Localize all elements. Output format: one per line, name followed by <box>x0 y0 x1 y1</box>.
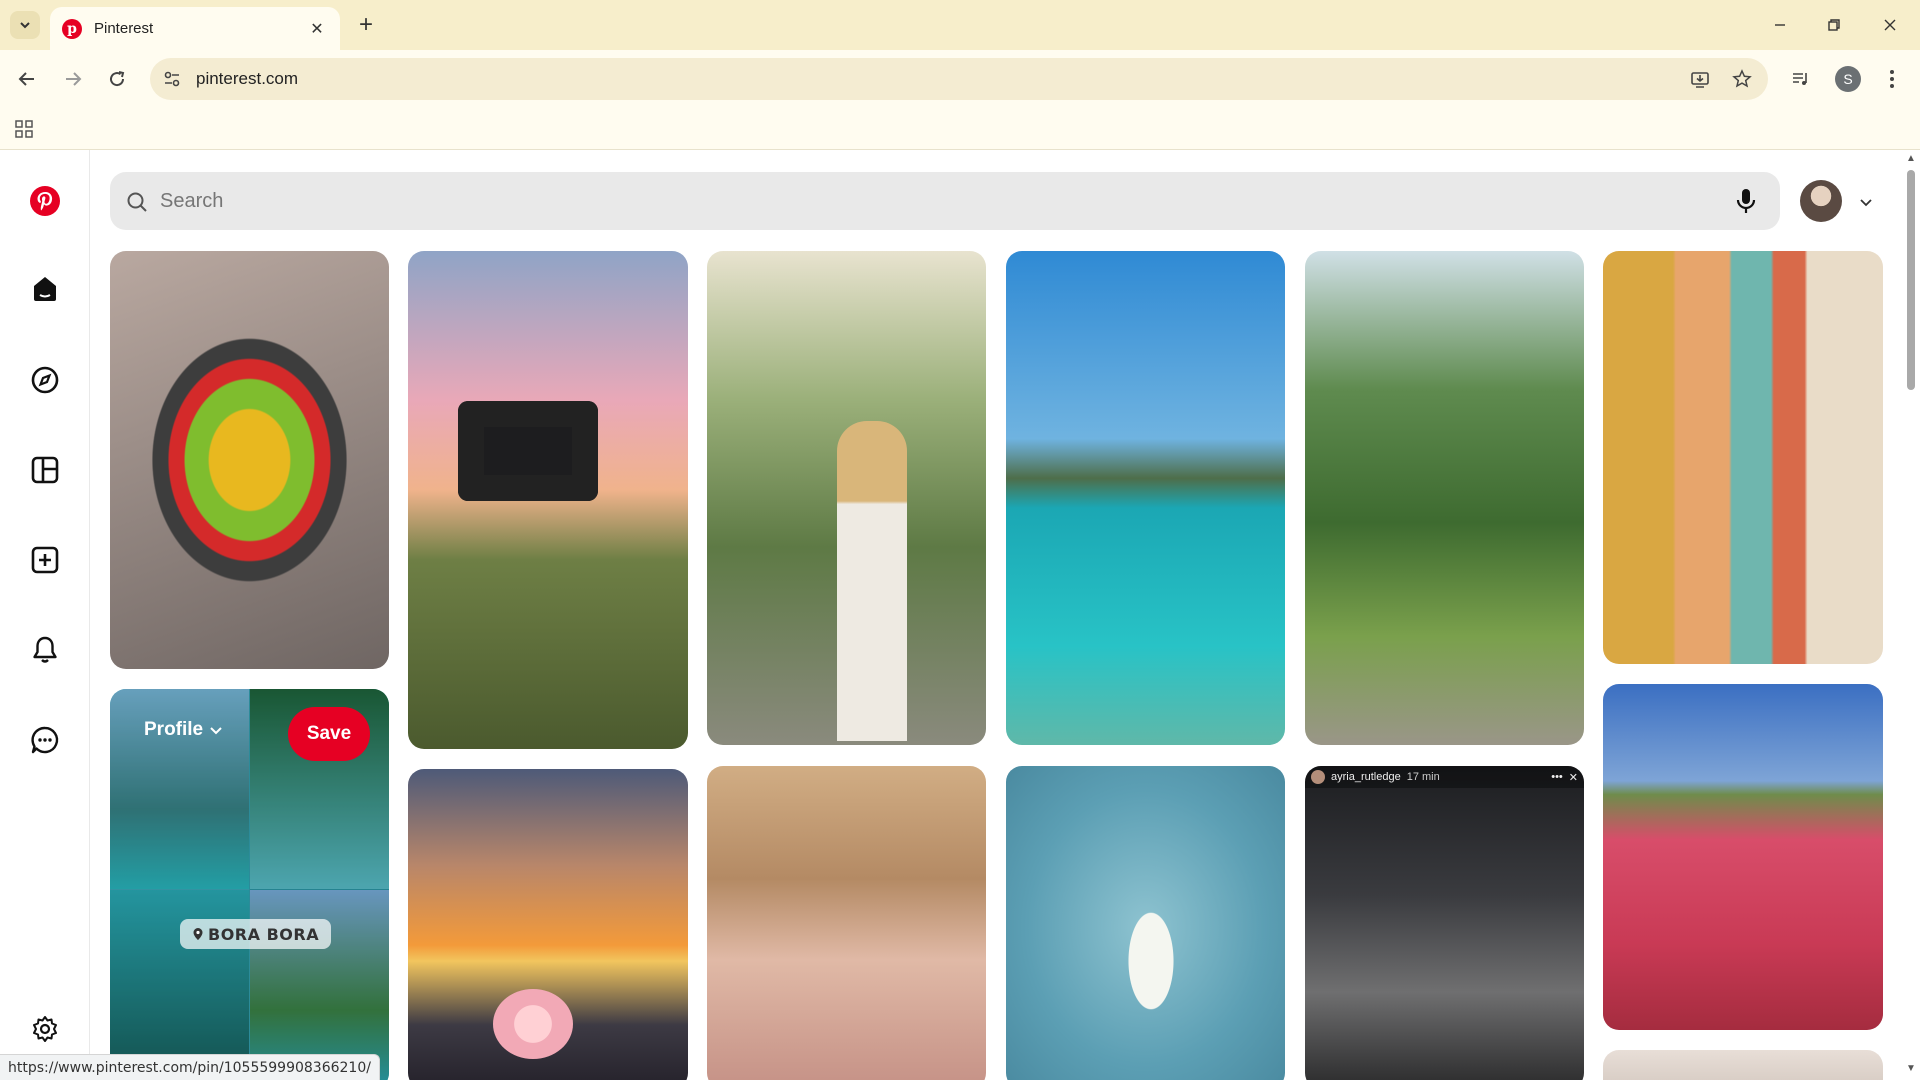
microphone-icon[interactable] <box>1730 185 1762 217</box>
chevron-down-icon <box>1860 199 1872 207</box>
arrow-right-icon <box>66 72 82 86</box>
forward-button[interactable] <box>56 62 90 96</box>
pin-mountain-hike[interactable] <box>1305 251 1584 745</box>
tab-close-icon[interactable]: ✕ <box>306 18 328 40</box>
create-icon[interactable] <box>24 539 66 581</box>
status-bar-url: https://www.pinterest.com/pin/1055599908… <box>0 1054 380 1080</box>
minimize-button[interactable] <box>1760 10 1800 40</box>
page-scrollbar[interactable]: ▲ ▼ <box>1902 150 1920 1080</box>
bookmarks-bar <box>0 108 1920 150</box>
apps-grid-icon[interactable] <box>10 116 38 142</box>
account-options-button[interactable] <box>1854 190 1878 214</box>
home-icon[interactable] <box>24 268 66 310</box>
board-selector[interactable]: Profile <box>144 719 223 741</box>
scroll-down-icon[interactable]: ▼ <box>1906 1064 1916 1074</box>
pin-bora-bora[interactable]: Profile Save BORA BORA <box>110 689 389 1080</box>
pin-partial[interactable] <box>1603 1050 1883 1080</box>
bookmark-star-icon[interactable] <box>1726 63 1758 95</box>
pin-gym-selfie[interactable]: ayria_rutledge 17 min ••• ✕ <box>1305 766 1584 1080</box>
pin-water-lily[interactable] <box>1006 766 1285 1080</box>
story-header: ayria_rutledge 17 min ••• ✕ <box>1305 766 1584 788</box>
address-bar[interactable]: pinterest.com <box>150 58 1768 100</box>
close-icon <box>1884 19 1896 31</box>
save-button[interactable]: Save <box>288 707 370 761</box>
browser-tab-pinterest[interactable]: p Pinterest ✕ <box>50 7 340 50</box>
profile-avatar-icon: S <box>1835 66 1861 92</box>
pinterest-page: Profile Save BORA BORA ayria_rutledge 17… <box>0 150 1920 1080</box>
tab-strip: p Pinterest ✕ + <box>0 0 1920 50</box>
map-pin-icon <box>193 928 203 940</box>
back-button[interactable] <box>10 62 44 96</box>
location-tag: BORA BORA <box>180 919 332 949</box>
restore-button[interactable] <box>1814 10 1854 40</box>
reload-icon <box>110 71 125 87</box>
media-controls-icon[interactable] <box>1784 62 1818 96</box>
tab-search-button[interactable] <box>10 11 40 39</box>
chevron-down-icon <box>20 22 30 29</box>
board-selector-label: Profile <box>144 719 204 740</box>
tab-title: Pinterest <box>94 20 154 37</box>
settings-icon[interactable] <box>24 1008 66 1050</box>
search-bar <box>110 172 1780 230</box>
profile-button[interactable]: S <box>1831 62 1865 96</box>
dashboard-icon[interactable] <box>24 449 66 491</box>
story-username: ayria_rutledge <box>1331 771 1401 783</box>
reload-button[interactable] <box>100 62 134 96</box>
scroll-thumb[interactable] <box>1907 170 1915 390</box>
address-url[interactable]: pinterest.com <box>196 69 298 89</box>
close-window-button[interactable] <box>1870 10 1910 40</box>
install-app-icon[interactable] <box>1684 63 1716 95</box>
browser-toolbar: pinterest.com S <box>0 50 1920 108</box>
close-icon: ✕ <box>1568 771 1578 784</box>
left-navigation <box>0 150 90 1080</box>
explore-icon[interactable] <box>24 359 66 401</box>
pin-lake-paddleboard[interactable] <box>1006 251 1285 745</box>
messages-icon[interactable] <box>24 719 66 761</box>
pinterest-favicon-icon: p <box>62 18 82 39</box>
minimize-icon <box>1775 24 1785 26</box>
search-input[interactable] <box>160 186 1660 216</box>
site-info-icon[interactable] <box>158 65 186 93</box>
more-vertical-icon <box>1890 70 1894 88</box>
chevron-down-icon <box>210 727 222 735</box>
pin-sun-face[interactable] <box>707 766 986 1080</box>
pin-surfboards[interactable] <box>1603 251 1883 664</box>
restore-icon <box>1828 19 1840 31</box>
pin-camera-sunset[interactable] <box>408 251 688 749</box>
pin-fruit-platter[interactable] <box>110 251 389 669</box>
new-tab-button[interactable]: + <box>352 11 380 38</box>
more-horizontal-icon: ••• <box>1551 771 1563 783</box>
search-icon <box>127 192 147 212</box>
story-time: 17 min <box>1406 771 1440 783</box>
location-label: BORA BORA <box>208 924 320 944</box>
user-avatar[interactable] <box>1800 180 1842 222</box>
arrow-left-icon <box>18 72 34 86</box>
pin-flower-field[interactable] <box>1603 684 1883 1030</box>
notifications-icon[interactable] <box>24 629 66 671</box>
pinterest-logo-icon[interactable] <box>24 180 66 222</box>
pin-ocean-sunset[interactable] <box>408 769 688 1080</box>
scroll-up-icon[interactable]: ▲ <box>1906 154 1916 164</box>
pin-palm-path[interactable] <box>707 251 986 745</box>
browser-menu-button[interactable] <box>1875 62 1909 96</box>
story-avatar <box>1311 770 1325 784</box>
